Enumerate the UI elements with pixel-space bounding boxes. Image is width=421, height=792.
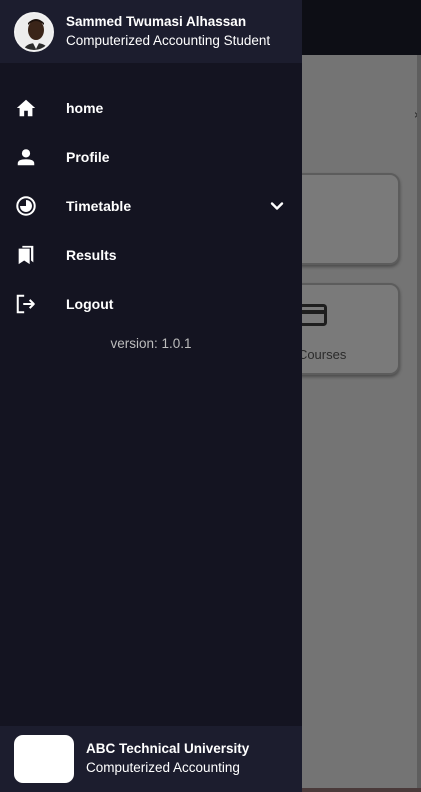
- user-role: Computerized Accounting Student: [66, 32, 271, 48]
- drawer-nav: home Profile Timetable Results Logout ve…: [0, 63, 302, 351]
- nav-item-timetable[interactable]: Timetable: [0, 181, 302, 230]
- clock-icon: [15, 195, 37, 217]
- chevron-down-icon[interactable]: [270, 199, 284, 213]
- nav-item-label: Profile: [66, 148, 110, 165]
- nav-item-label: Results: [66, 246, 117, 263]
- logout-icon: [15, 293, 37, 315]
- nav-item-profile[interactable]: Profile: [0, 132, 302, 181]
- navigation-drawer: Sammed Twumasi Alhassan Computerized Acc…: [0, 0, 302, 792]
- nav-item-label: home: [66, 99, 104, 116]
- home-icon: [15, 97, 37, 119]
- nav-item-logout[interactable]: Logout: [0, 279, 302, 328]
- university-logo: [14, 735, 74, 783]
- drawer-footer: ABC Technical University Computerized Ac…: [0, 726, 302, 792]
- nav-item-home[interactable]: home: [0, 83, 302, 132]
- bookmark-icon: [15, 244, 37, 266]
- user-name: Sammed Twumasi Alhassan: [66, 14, 247, 30]
- nav-item-label: Timetable: [66, 197, 132, 214]
- university-name: ABC Technical University: [86, 741, 250, 757]
- drawer-header: Sammed Twumasi Alhassan Computerized Acc…: [0, 0, 302, 63]
- avatar[interactable]: [14, 11, 54, 52]
- nav-item-label: Logout: [66, 295, 114, 312]
- scrollbar-edge: [417, 55, 421, 792]
- person-icon: [15, 146, 37, 168]
- credit-card-icon: [299, 303, 327, 327]
- nav-item-results[interactable]: Results: [0, 230, 302, 279]
- department-name: Computerized Accounting: [86, 760, 240, 775]
- app-version: version: 1.0.1: [110, 336, 192, 351]
- app-root: r Courses × Sammed Twumasi Alhassan Comp…: [0, 0, 421, 792]
